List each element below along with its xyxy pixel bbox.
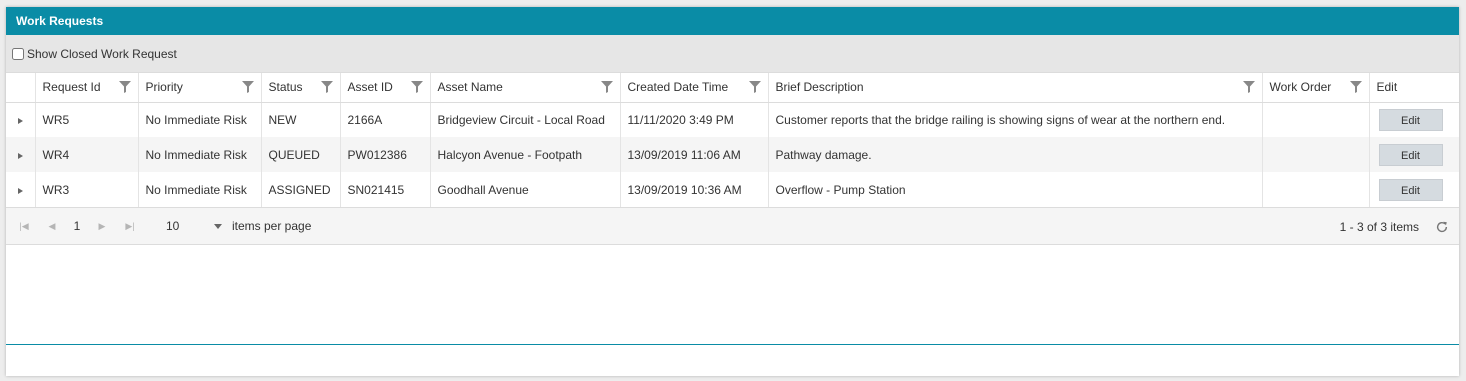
filter-icon[interactable] — [410, 81, 423, 93]
last-page-icon[interactable]: ▶| — [116, 221, 144, 232]
filter-icon[interactable] — [320, 81, 333, 93]
expand-column-header — [6, 73, 36, 103]
table-row[interactable]: WR3 No Immediate Risk ASSIGNED SN021415 … — [6, 172, 1459, 207]
edit-button[interactable]: Edit — [1378, 178, 1443, 201]
description-cell: Overflow - Pump Station — [768, 172, 1263, 207]
column-label: Request Id — [42, 80, 101, 95]
pager-info: 1 - 3 of 3 items — [1339, 220, 1419, 234]
filter-icon[interactable] — [600, 81, 613, 93]
items-per-page-label: items per page — [232, 219, 312, 233]
filter-icon[interactable] — [1242, 81, 1255, 93]
column-label: Work Order — [1269, 80, 1332, 95]
filter-icon[interactable] — [118, 81, 131, 93]
column-header-asset-name[interactable]: Asset Name — [430, 73, 621, 103]
request-id-cell: WR5 — [35, 102, 139, 137]
expand-row-icon[interactable] — [17, 187, 23, 194]
next-page-icon[interactable]: ▶ — [88, 221, 116, 232]
description-cell: Pathway damage. — [768, 137, 1263, 172]
first-page-icon[interactable]: |◀ — [10, 221, 38, 232]
filter-icon[interactable] — [748, 81, 761, 93]
work-requests-panel: Work Requests Show Closed Work Request R… — [6, 7, 1459, 376]
filter-icon[interactable] — [241, 81, 254, 93]
filter-icon[interactable] — [1349, 81, 1362, 93]
grid-header-row: Request Id Priority Status Asset ID Asse… — [6, 73, 1459, 103]
column-label: Status — [268, 80, 303, 95]
column-label: Asset ID — [347, 80, 393, 95]
expand-cell[interactable] — [6, 137, 36, 172]
edit-cell: Edit — [1369, 102, 1459, 137]
chevron-down-icon — [214, 223, 222, 229]
description-cell: Customer reports that the bridge railing… — [768, 102, 1263, 137]
expand-cell[interactable] — [6, 172, 36, 207]
show-closed-checkbox[interactable] — [12, 47, 24, 60]
asset-name-cell: Goodhall Avenue — [430, 172, 621, 207]
page-size-dropdown[interactable]: 10 — [166, 219, 224, 233]
work-order-cell — [1262, 102, 1370, 137]
grid-pager: |◀ ◀ 1 ▶ ▶| 10 items per page 1 - 3 of 3… — [6, 207, 1459, 245]
panel-title: Work Requests — [6, 7, 1459, 35]
previous-page-icon[interactable]: ◀ — [38, 221, 66, 232]
asset-name-cell: Bridgeview Circuit - Local Road — [430, 102, 621, 137]
asset-id-cell: PW012386 — [340, 137, 431, 172]
column-label: Brief Description — [775, 80, 864, 95]
column-header-edit: Edit — [1369, 73, 1459, 103]
table-row[interactable]: WR4 No Immediate Risk QUEUED PW012386 Ha… — [6, 137, 1459, 172]
column-label: Created Date Time — [627, 80, 729, 95]
page-size-value: 10 — [166, 219, 180, 233]
work-order-cell — [1262, 172, 1370, 207]
created-date-cell: 11/11/2020 3:49 PM — [620, 102, 769, 137]
asset-id-cell: SN021415 — [340, 172, 431, 207]
request-id-cell: WR4 — [35, 137, 139, 172]
status-cell: QUEUED — [261, 137, 341, 172]
refresh-icon[interactable] — [1435, 220, 1449, 234]
grid-toolbar: Show Closed Work Request — [6, 35, 1459, 73]
column-header-request-id[interactable]: Request Id — [35, 73, 139, 103]
priority-cell: No Immediate Risk — [138, 172, 262, 207]
work-order-cell — [1262, 137, 1370, 172]
expand-row-icon[interactable] — [17, 152, 23, 159]
created-date-cell: 13/09/2019 10:36 AM — [620, 172, 769, 207]
expand-cell[interactable] — [6, 102, 36, 137]
edit-cell: Edit — [1369, 137, 1459, 172]
status-cell: ASSIGNED — [261, 172, 341, 207]
asset-id-cell: 2166A — [340, 102, 431, 137]
edit-button[interactable]: Edit — [1378, 143, 1443, 166]
work-requests-grid: Request Id Priority Status Asset ID Asse… — [6, 73, 1459, 207]
column-header-status[interactable]: Status — [261, 73, 341, 103]
show-closed-label[interactable]: Show Closed Work Request — [27, 47, 177, 61]
priority-cell: No Immediate Risk — [138, 137, 262, 172]
asset-name-cell: Halcyon Avenue - Footpath — [430, 137, 621, 172]
column-header-asset-id[interactable]: Asset ID — [340, 73, 431, 103]
column-label: Edit — [1376, 80, 1398, 95]
edit-button[interactable]: Edit — [1378, 108, 1443, 131]
priority-cell: No Immediate Risk — [138, 102, 262, 137]
current-page-number[interactable]: 1 — [66, 219, 88, 233]
panel-footer-divider — [6, 344, 1459, 345]
column-header-priority[interactable]: Priority — [138, 73, 262, 103]
table-row[interactable]: WR5 No Immediate Risk NEW 2166A Bridgevi… — [6, 102, 1459, 137]
column-header-brief-description[interactable]: Brief Description — [768, 73, 1263, 103]
column-label: Priority — [145, 80, 183, 95]
status-cell: NEW — [261, 102, 341, 137]
created-date-cell: 13/09/2019 11:06 AM — [620, 137, 769, 172]
expand-row-icon[interactable] — [17, 117, 23, 124]
edit-cell: Edit — [1369, 172, 1459, 207]
column-header-work-order[interactable]: Work Order — [1262, 73, 1370, 103]
request-id-cell: WR3 — [35, 172, 139, 207]
column-header-created-date-time[interactable]: Created Date Time — [620, 73, 769, 103]
column-label: Asset Name — [437, 80, 503, 95]
